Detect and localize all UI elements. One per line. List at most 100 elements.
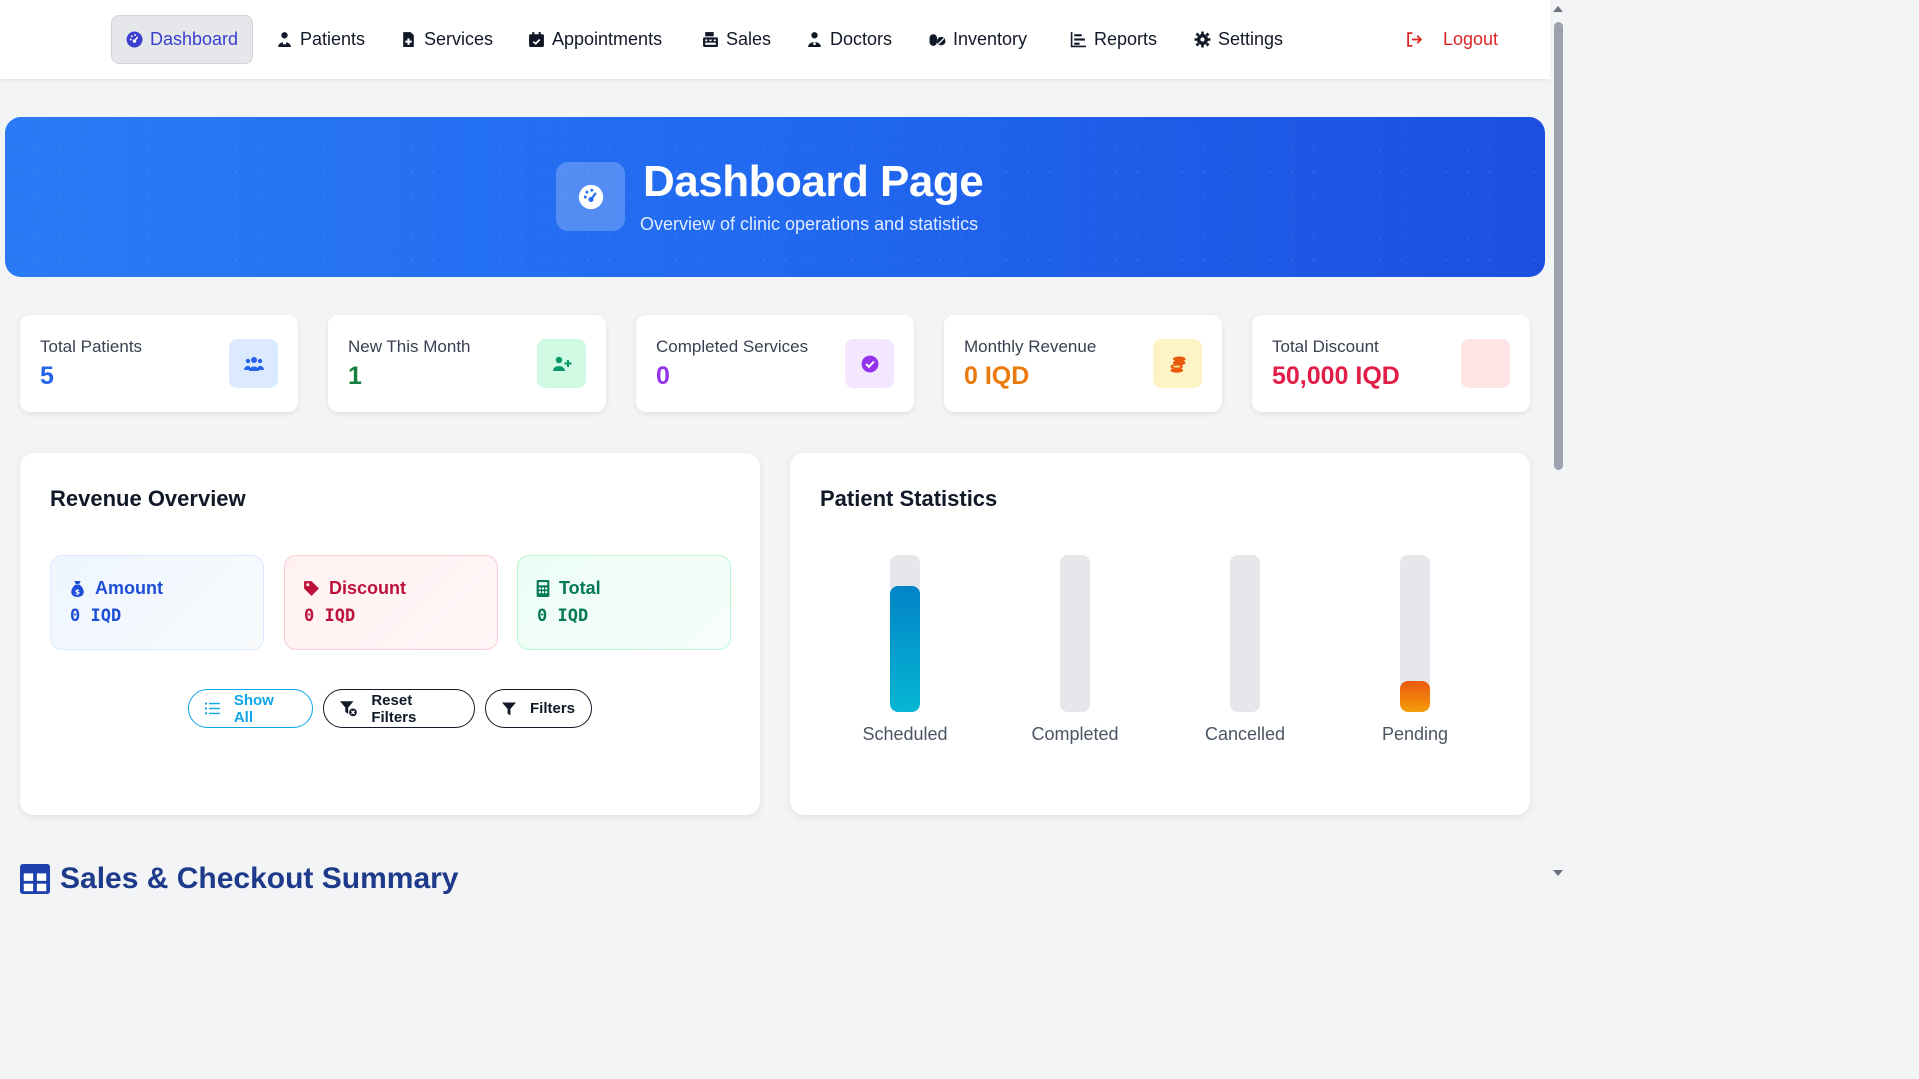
stat-label: Total Patients [40,337,143,356]
stat-label: New This Month [348,337,471,356]
chart-bar-icon [1070,32,1086,48]
nav-services-label: Services [424,29,494,49]
filters-label: Filters [529,700,575,717]
nav-dashboard-label: Dashboard [150,29,239,49]
table-icon [20,864,50,894]
revenue-amount-label: Amount [95,578,163,598]
show-all-button[interactable]: Show All [188,689,313,728]
nav-settings-label: Settings [1218,29,1284,49]
nav-doctors-label: Doctors [830,29,893,49]
hero-banner: Dashboard Page Overview of clinic operat… [5,117,1545,277]
cash-register-icon [703,32,718,47]
stat-bar-scheduled: Scheduled [855,555,955,745]
gauge-icon [126,31,143,48]
nav-appointments-label: Appointments [552,29,663,49]
nav-settings[interactable]: Settings [1180,15,1297,64]
stat-label: Monthly Revenue [964,337,1097,356]
stat-bar-cancelled: Cancelled [1195,555,1295,745]
person-icon [278,32,291,47]
users-icon [229,339,278,388]
scroll-up-arrow[interactable] [1553,6,1563,12]
stat-card-new-this-month: New This Month 1 [328,315,606,412]
stat-label: Completed Services [656,337,809,356]
bar-track [1230,555,1260,712]
filter-icon [502,701,516,716]
revenue-overview-panel: Revenue Overview $ Amount 0 IQD Discount… [20,453,760,815]
filter-reset-icon [340,700,357,716]
check-circle-icon [845,339,894,388]
revenue-discount-label-row: Discount [303,578,406,599]
bar-label: Cancelled [1204,724,1286,744]
nav-patients-label: Patients [300,29,366,49]
nav-sales-label: Sales [726,29,772,49]
patient-statistics-panel: Patient Statistics Scheduled Completed Can… [790,453,1530,815]
page-subtitle: Overview of clinic operations and statis… [640,214,979,234]
scroll-thumb[interactable] [1554,22,1563,470]
stat-label: Total Discount [1272,337,1379,356]
bar-label: Completed [1031,724,1119,744]
logout-label: Logout [1443,29,1499,49]
revenue-amount-box: $ Amount 0 IQD [50,555,264,650]
nav-appointments[interactable]: Appointments [514,15,676,64]
stat-value: 0 [656,362,670,390]
nav-services[interactable]: Services [386,15,507,64]
revenue-total-label: Total [559,578,601,598]
revenue-discount-label: Discount [329,578,407,598]
tag-icon [304,581,319,596]
revenue-total-value: 0 IQD [537,606,589,626]
list-icon [205,702,220,715]
bar-track [1060,555,1090,712]
bar-fill [1400,680,1430,712]
scroll-down-arrow[interactable] [1553,870,1563,876]
stat-bar-pending: Pending [1365,555,1465,745]
gear-icon [1194,31,1211,48]
user-plus-icon [537,339,586,388]
nav-sales[interactable]: Sales [688,15,785,64]
stat-card-monthly-revenue: Monthly Revenue 0 IQD [944,315,1222,412]
patient-statistics-title: Patient Statistics [820,486,998,511]
nav-inventory[interactable]: Inventory [915,15,1041,64]
stat-value: 1 [348,362,362,390]
bar-track [890,555,920,712]
bar-fill [890,586,920,712]
doctor-icon [808,32,821,47]
calculator-icon [536,580,550,597]
nav-doctors[interactable]: Doctors [792,15,906,64]
coins-icon [1153,339,1202,388]
nav-dashboard[interactable]: Dashboard [111,15,254,64]
svg-text:$: $ [75,587,80,596]
hero-icon-box [556,162,625,231]
nav-reports[interactable]: Reports [1056,15,1171,64]
revenue-discount-value: 0 IQD [304,606,356,626]
stat-card-total-discount: Total Discount 50,000 IQD [1252,315,1530,412]
revenue-discount-box: Discount 0 IQD [284,555,498,650]
nav-inventory-label: Inventory [953,29,1028,49]
top-navbar: Dashboard Patients Services Appointments… [0,0,1550,79]
reset-filters-button[interactable]: Reset Filters [323,689,475,728]
page-title: Dashboard Page [643,157,984,206]
discount-icon-placeholder [1461,339,1510,388]
bar-track [1400,555,1430,712]
show-all-label: Show All [233,691,274,726]
filters-button[interactable]: Filters [485,689,592,728]
sales-checkout-section-title: Sales & Checkout Summary [60,862,459,895]
pills-icon [929,34,946,46]
revenue-amount-value: 0 IQD [70,606,122,626]
logout-icon [1407,32,1423,47]
stat-value: 50,000 IQD [1272,362,1400,390]
bar-label: Pending [1381,724,1449,744]
revenue-total-box: Total 0 IQD [517,555,731,650]
logout-button[interactable]: Logout [1392,15,1512,64]
gauge-icon [578,184,603,209]
nav-reports-label: Reports [1094,29,1158,49]
revenue-overview-title: Revenue Overview [50,486,246,511]
revenue-total-label-row: Total [536,578,601,599]
reset-filters-label: Reset Filters [371,691,417,726]
sales-checkout-section-header: Sales & Checkout Summary [20,862,458,896]
revenue-amount-label-row: $ Amount [69,578,163,599]
money-bag-icon: $ [71,580,84,597]
stat-value: 5 [40,362,54,390]
stat-value: 0 IQD [964,362,1030,390]
nav-patients[interactable]: Patients [262,15,379,64]
page-scrollbar[interactable] [1550,0,1566,882]
